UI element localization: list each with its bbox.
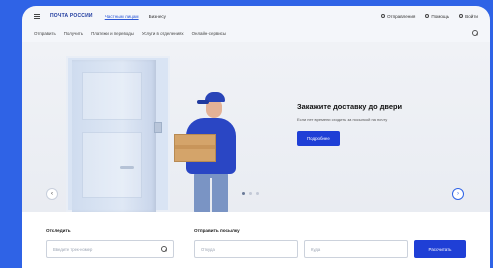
logo[interactable]: ПОЧТА РОССИИ [50, 13, 93, 19]
top-bar: ПОЧТА РОССИИ Частным лицам Бизнесу Отпра… [22, 6, 490, 26]
to-input[interactable]: Куда [304, 240, 408, 258]
main-nav: Отправить Получить Платежи и переводы Ус… [22, 26, 490, 40]
nav-receive[interactable]: Получить [64, 31, 83, 36]
top-right-links: Отправления Помощь Войти [380, 14, 478, 19]
tracking-input[interactable]: Введите трек-номер [46, 240, 174, 258]
carousel-dots [242, 192, 259, 195]
browser-page: ПОЧТА РОССИИ Частным лицам Бизнесу Отпра… [22, 6, 490, 268]
search-icon[interactable] [472, 30, 478, 36]
carousel-prev-button[interactable]: ‹ [46, 188, 58, 200]
promo-more-button[interactable]: Подробнее [297, 131, 340, 146]
login-link[interactable]: Войти [459, 14, 478, 19]
tracking-label: Отследить [46, 228, 71, 233]
menu-icon[interactable] [34, 13, 40, 19]
user-icon [459, 14, 464, 18]
carousel-dot[interactable] [256, 192, 259, 195]
package-icon [380, 14, 385, 18]
chevron-right-icon: › [457, 191, 459, 197]
door-panel-top [82, 72, 142, 120]
quick-actions-panel: Отследить Введите трек-номер Отправить п… [22, 212, 490, 268]
promo-title: Закажите доставку до двери [297, 102, 403, 111]
from-input[interactable]: Откуда [194, 240, 298, 258]
carousel-dot[interactable] [242, 192, 245, 195]
hero-banner: Закажите доставку до двери Если нет врем… [22, 42, 490, 214]
calculate-button[interactable]: Рассчитать [414, 240, 466, 258]
nav-online-services[interactable]: Онлайн-сервисы [192, 31, 226, 36]
door-panel-bottom [82, 132, 142, 198]
parcel-box [174, 134, 216, 162]
promo-block: Закажите доставку до двери Если нет врем… [297, 102, 467, 146]
promo-text: Если нет времени сходить за посылкой на … [297, 117, 388, 122]
chevron-left-icon: ‹ [51, 191, 53, 197]
light-switch [154, 122, 162, 133]
send-parcel-label: Отправить посылку [194, 228, 240, 233]
segment-business[interactable]: Бизнесу [149, 14, 166, 19]
door-illustration [72, 60, 156, 212]
help-icon [425, 14, 430, 18]
track-link[interactable]: Отправления [380, 14, 415, 19]
courier-illustration [172, 92, 236, 214]
search-icon[interactable] [161, 246, 167, 252]
carousel-dot[interactable] [249, 192, 252, 195]
help-link[interactable]: Помощь [425, 14, 449, 19]
nav-office-services[interactable]: Услуги в отделениях [142, 31, 184, 36]
nav-payments[interactable]: Платежи и переводы [91, 31, 134, 36]
tracking-placeholder: Введите трек-номер [53, 246, 93, 252]
door-handle [120, 166, 134, 169]
carousel-next-button[interactable]: › [452, 188, 464, 200]
nav-send[interactable]: Отправить [34, 31, 56, 36]
segment-private[interactable]: Частным лицам [105, 14, 139, 19]
